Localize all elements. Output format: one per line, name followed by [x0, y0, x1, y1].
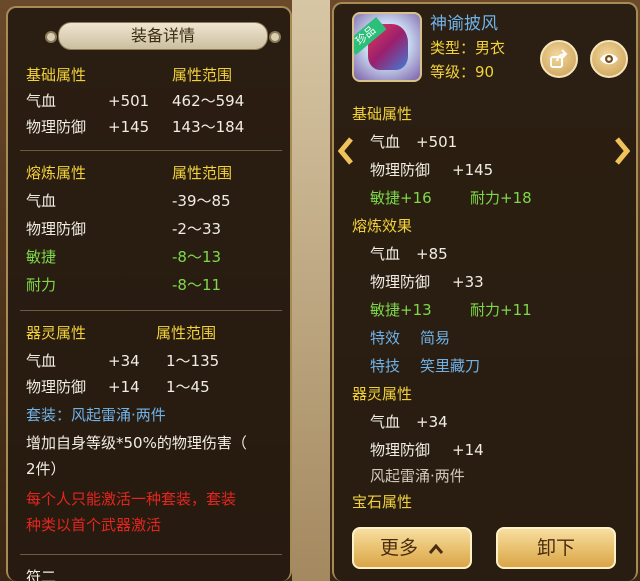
- base-attr-range: 143～184: [172, 118, 245, 136]
- set-name: 套装：风起雷涌·两件: [26, 406, 166, 424]
- smelt-attr-value: +85: [416, 245, 448, 263]
- divider: [20, 554, 282, 555]
- base-attr-name: 物理防御: [370, 161, 431, 179]
- more-button[interactable]: 更多: [352, 527, 472, 569]
- eye-icon: [600, 53, 618, 65]
- spirit-attr-value: +14: [108, 378, 140, 396]
- base-attr-value: +501: [108, 92, 150, 110]
- chevron-right-icon: [615, 137, 631, 165]
- prev-item-button[interactable]: [334, 136, 358, 170]
- set-description-cont: 2件）: [26, 460, 66, 478]
- smelt-attr-name: 耐力: [26, 276, 57, 294]
- effect-label: 特效: [370, 329, 401, 347]
- base-extra-agility: 敏捷+16: [370, 189, 432, 207]
- smelt-attr-name: 气血: [370, 245, 401, 263]
- smelt-attr-name: 物理防御: [370, 273, 431, 291]
- gem-header: 宝石属性: [352, 493, 413, 511]
- set-warning-cont: 种类以首个武器激活: [26, 516, 162, 534]
- smelt-attr-value: +33: [452, 273, 484, 291]
- equipment-detail-panel: 装备详情 基础属性 属性范围 气血 +501 462～594 物理防御 +145…: [6, 6, 292, 581]
- smelt-range-header: 属性范围: [172, 164, 233, 182]
- spirit-attr-range: 1～45: [166, 378, 210, 396]
- spirit-attr-value: +34: [416, 413, 448, 431]
- spirit-attr-name: 气血: [370, 413, 401, 431]
- base-attr-header: 基础属性: [26, 66, 87, 84]
- view-button[interactable]: [590, 40, 628, 78]
- base-attr-name: 气血: [26, 92, 57, 110]
- smelt-attr-range: -8～11: [172, 276, 222, 294]
- spirit-range-header: 属性范围: [156, 324, 217, 342]
- spirit-attr-value: +34: [108, 352, 140, 370]
- set-description: 增加自身等级*50%的物理伤害（: [26, 434, 247, 452]
- share-button[interactable]: [540, 40, 578, 78]
- item-level: 等级：90: [430, 63, 495, 81]
- base-attr-name: 物理防御: [26, 118, 87, 136]
- smelt-attr-header: 熔炼属性: [26, 164, 87, 182]
- item-name: 神谕披风: [430, 14, 498, 34]
- more-button-label: 更多: [379, 537, 418, 559]
- smelt-attr-range: -39～85: [172, 192, 231, 210]
- spirit-attr-value: +14: [452, 441, 484, 459]
- base-header: 基础属性: [352, 105, 413, 123]
- effect-value: 简易: [420, 329, 451, 347]
- smelt-extra-agility: 敏捷+13: [370, 301, 432, 319]
- spirit-attr-name: 物理防御: [26, 378, 87, 396]
- spirit-attr-name: 物理防御: [370, 441, 431, 459]
- base-attr-value: +501: [416, 133, 458, 151]
- item-icon: 珍品: [352, 12, 422, 82]
- base-attr-value: +145: [452, 161, 494, 179]
- smelt-attr-name: 物理防御: [26, 220, 87, 238]
- smelt-extra-stamina: 耐力+11: [470, 301, 532, 319]
- smelt-attr-range: -2～33: [172, 220, 222, 238]
- base-attr-value: +145: [108, 118, 150, 136]
- base-attr-name: 气血: [370, 133, 401, 151]
- set-warning: 每个人只能激活一种套装，套装: [26, 490, 237, 508]
- divider: [20, 150, 282, 151]
- chevron-up-icon: [428, 543, 444, 554]
- item-detail-panel: 珍品 神谕披风 类型：男衣 等级：90 基础属性 气血 +501 物理防御 +1…: [332, 2, 638, 581]
- unequip-button[interactable]: 卸下: [496, 527, 616, 569]
- spirit-attr-name: 气血: [26, 352, 57, 370]
- divider: [20, 310, 282, 311]
- smelt-header: 熔炼效果: [352, 217, 413, 235]
- spirit-header: 器灵属性: [352, 385, 413, 403]
- panel-title: 装备详情: [45, 22, 281, 50]
- chevron-left-icon: [337, 137, 353, 165]
- base-attr-range: 462～594: [172, 92, 245, 110]
- base-range-header: 属性范围: [172, 66, 233, 84]
- skill-value: 笑里藏刀: [420, 357, 481, 375]
- skill-label: 特技: [370, 357, 401, 375]
- share-icon: [550, 49, 568, 68]
- next-section-label: 符二: [26, 568, 57, 581]
- next-item-button[interactable]: [610, 136, 634, 170]
- base-extra-stamina: 耐力+18: [470, 189, 532, 207]
- spirit-attr-header: 器灵属性: [26, 324, 87, 342]
- smelt-attr-name: 敏捷: [26, 248, 57, 266]
- spirit-attr-range: 1～135: [166, 352, 220, 370]
- item-type: 类型：男衣: [430, 39, 506, 57]
- set-name: 风起雷涌·两件: [370, 467, 465, 485]
- smelt-attr-name: 气血: [26, 192, 57, 210]
- inventory-tab-strip: [292, 0, 330, 581]
- smelt-attr-range: -8～13: [172, 248, 222, 266]
